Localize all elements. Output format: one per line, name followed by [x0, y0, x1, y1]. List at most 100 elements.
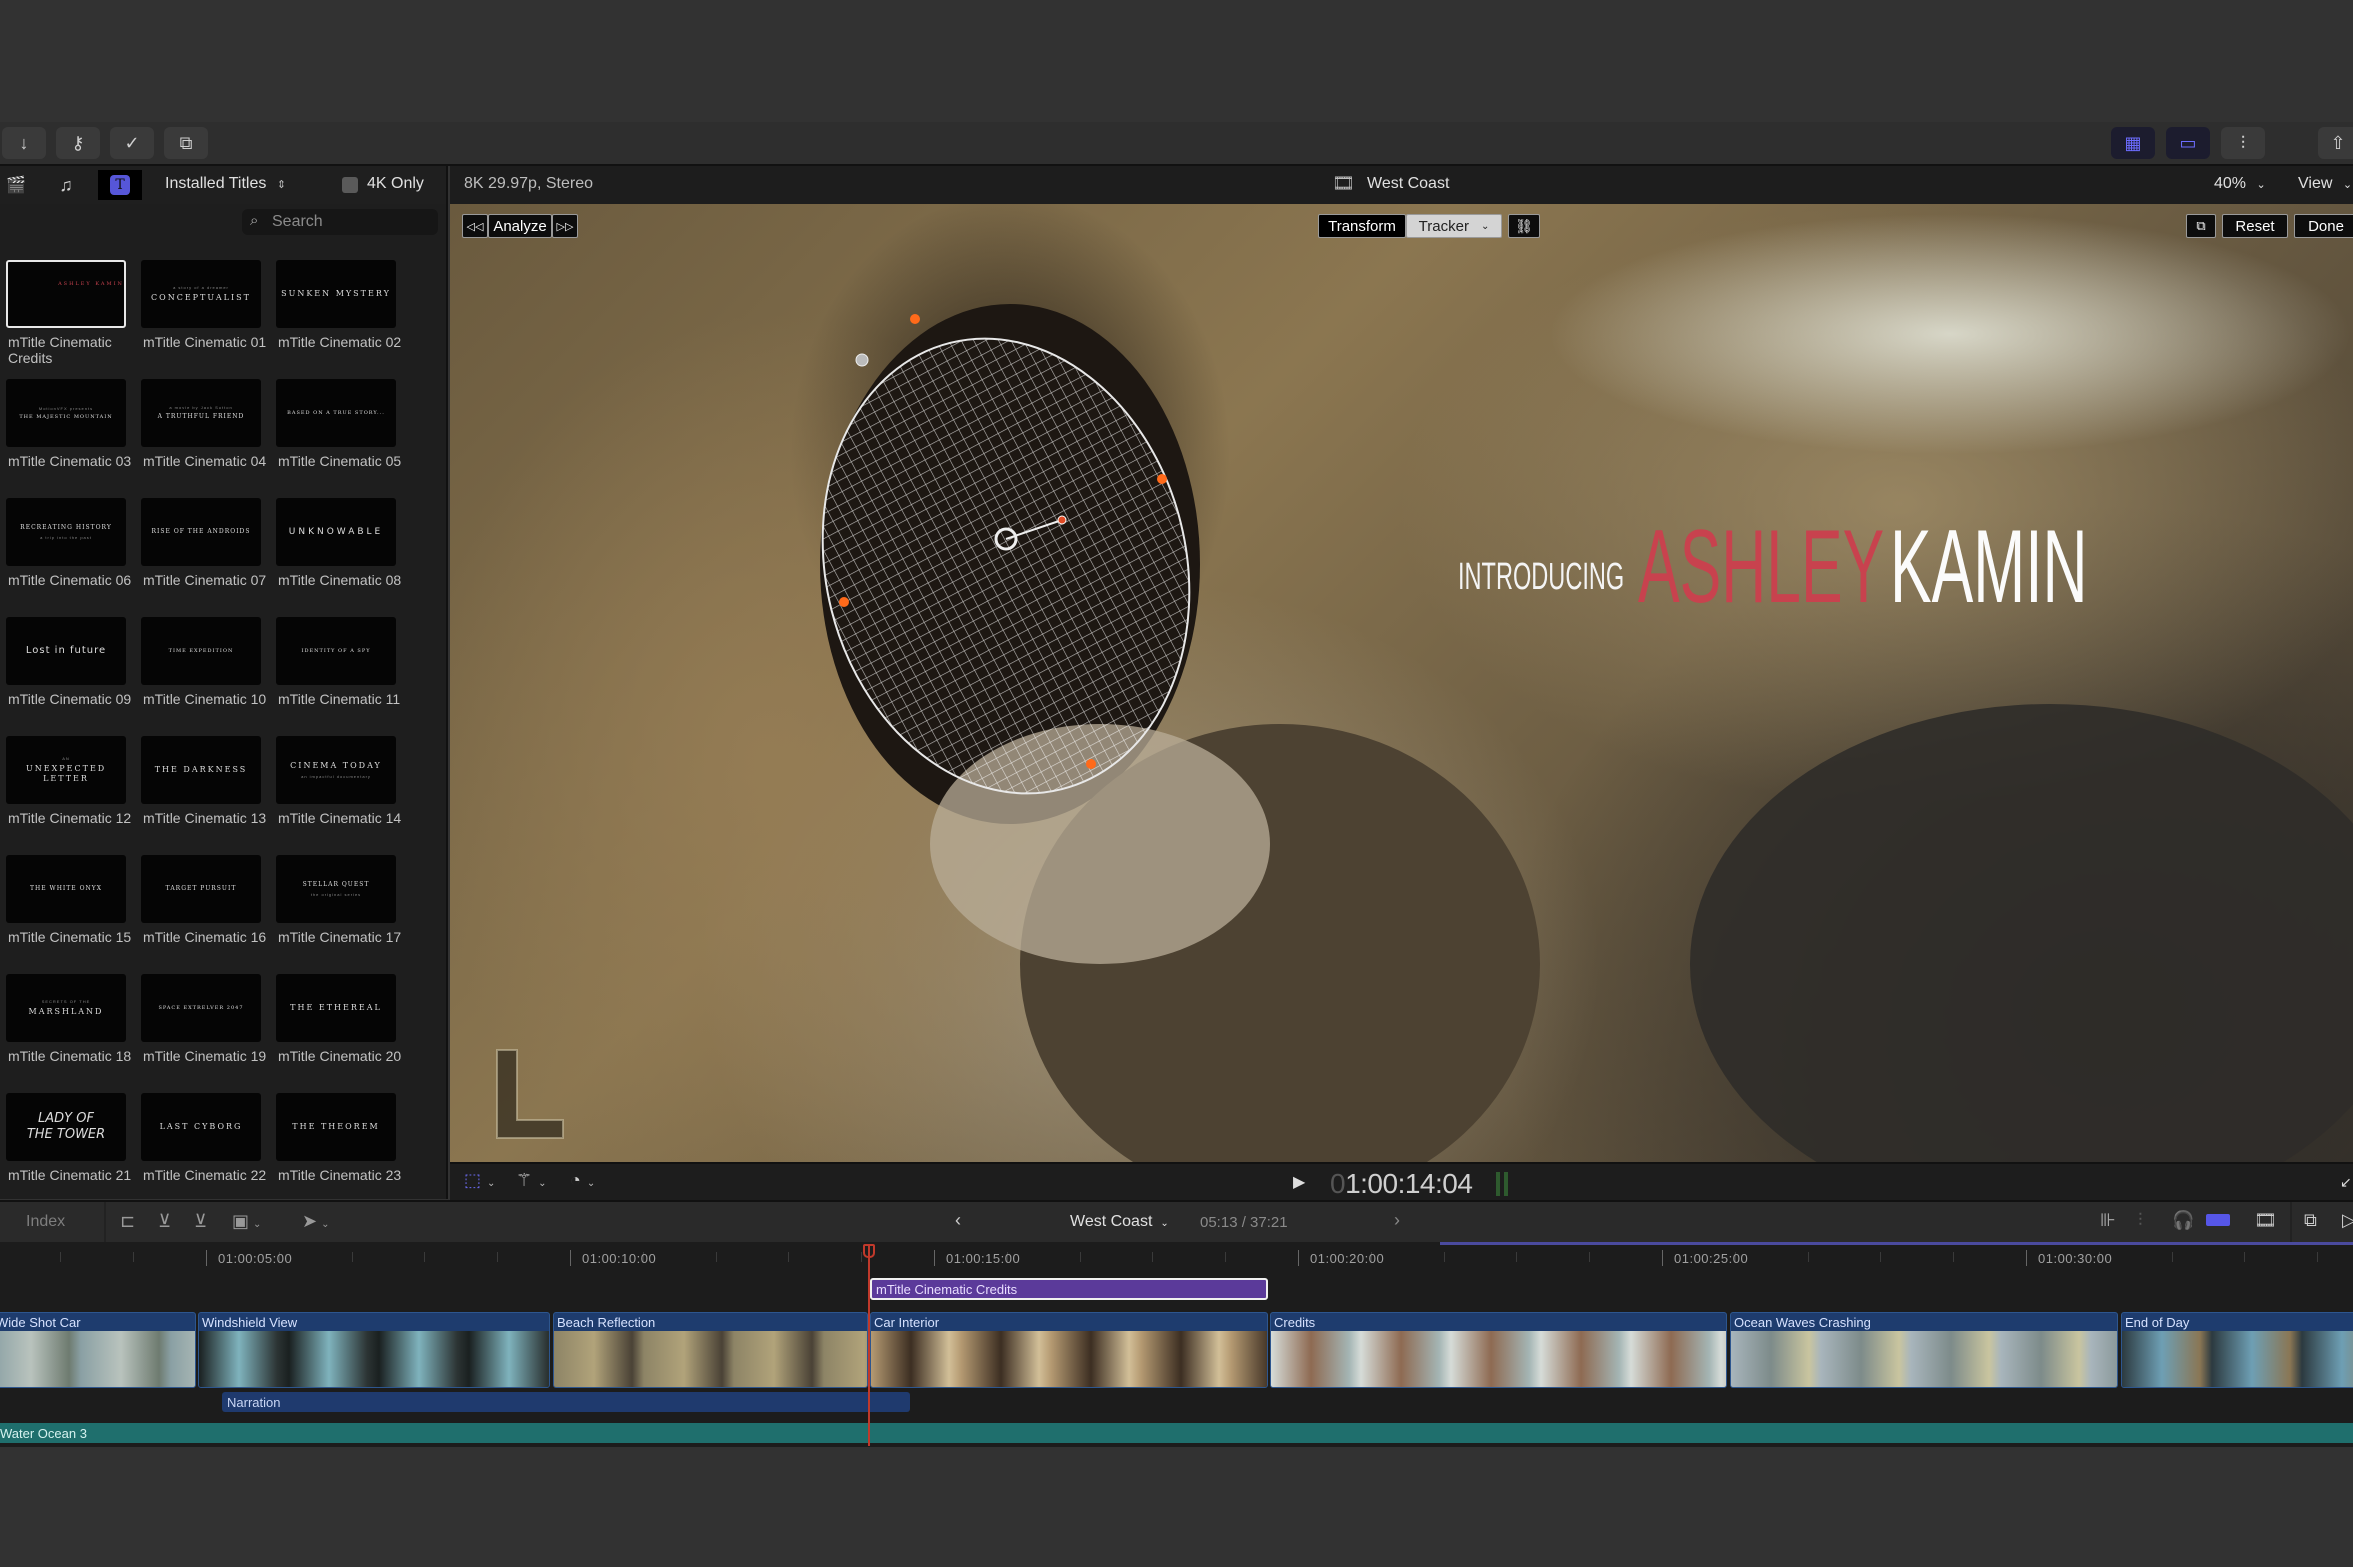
thumbnail-subtitle: an impactful documentary [301, 773, 371, 779]
timeline-forward-button[interactable]: › [1394, 1210, 1400, 1231]
effects-browser-button[interactable]: ⧉ [2304, 1210, 2317, 1231]
clip-appearance-button[interactable]: 🎞 [2254, 1210, 2277, 1231]
libraries-tab[interactable]: 🎬 [0, 170, 38, 200]
mask-handle[interactable] [910, 314, 920, 324]
title-tile-label: mTitle Cinematic 23 [278, 1167, 402, 1183]
viewer-canvas[interactable]: ◁◁ Analyze ▷▷ Transform Tracker ⌄ ⛓ ⧉ Res… [450, 204, 2353, 1162]
timecode-display[interactable]: 01:00:14:04 [1330, 1168, 1473, 1200]
timeline[interactable]: 01:00:05:00 01:00:10:00 01:00:15:00 01:00:2… [0, 1242, 2353, 1447]
mask-feather-handle[interactable] [855, 353, 869, 367]
extensions-button[interactable]: ⧉ [164, 127, 208, 159]
narration-clip-label: Narration [227, 1395, 281, 1410]
chevron-down-icon: ⌄ [2342, 179, 2353, 191]
enhance-tool-button[interactable]: ⚚ ⌄ [516, 1170, 547, 1191]
inspector-toggle-button[interactable]: ⫶ [2221, 127, 2265, 159]
skimming-button[interactable]: ⊪ [2100, 1210, 2116, 1231]
ruler-minor-tick [1880, 1252, 1882, 1262]
snapping-button[interactable] [2206, 1214, 2230, 1226]
magic-wand-icon: ⚚ [516, 1170, 533, 1190]
background-tasks-button[interactable]: ✓ [110, 127, 154, 159]
thumbnail-title: ASHLEY KAMIN [58, 281, 124, 287]
clip-filmstrip [1731, 1331, 2117, 1387]
append-button[interactable]: ⊻ [194, 1211, 207, 1232]
titles-generators-tab[interactable]: T [98, 170, 142, 200]
ruler-minor-tick [1152, 1252, 1154, 1262]
import-button[interactable]: ↓ [2, 127, 46, 159]
browser-toggle-button[interactable]: ▦ [2111, 127, 2155, 159]
timeline-clip[interactable]: End of Day [2121, 1312, 2353, 1388]
rotation-handle[interactable] [1057, 515, 1067, 525]
chevron-down-icon: ⌄ [253, 1219, 262, 1230]
play-button[interactable]: ▶ [1293, 1172, 1305, 1192]
narration-clip[interactable]: Narration [222, 1392, 910, 1412]
playhead[interactable] [868, 1246, 870, 1446]
title-tile-label: mTitle Cinematic 04 [143, 453, 267, 469]
speedometer-icon: ◔ [570, 1170, 581, 1190]
fullscreen-button[interactable]: ↙ [2340, 1174, 2352, 1191]
title-thumbnail: BASED ON A TRUE STORY... [276, 379, 396, 447]
frame-corner-mark [496, 1049, 564, 1139]
4k-only-checkbox[interactable] [342, 177, 358, 193]
thumbnail-title: UNEXPECTED LETTER [26, 764, 107, 783]
title-clip[interactable]: mTitle Cinematic Credits [870, 1278, 1268, 1300]
thumbnail-title: UNKNOWABLE [288, 526, 384, 537]
zoom-value: 40% [2214, 175, 2247, 192]
solo-button[interactable]: 🎧 [2172, 1210, 2194, 1231]
viewer-footer: ⬚ ⌄ ⚚ ⌄ ◔ ⌄ ▶ 01:00:14:04 ↙ [450, 1162, 2353, 1200]
title-thumbnail: UNKNOWABLE [276, 498, 396, 566]
title-tile-label: mTitle Cinematic 14 [278, 810, 402, 826]
timeline-toggle-button[interactable]: ▭ [2166, 127, 2210, 159]
toolbar-separator [104, 1202, 106, 1244]
mask-handle[interactable] [1157, 474, 1167, 484]
timeline-clip[interactable]: Ocean Waves Crashing [1730, 1312, 2118, 1388]
photos-audio-tab[interactable]: ♫ [44, 170, 88, 200]
timeline-project-popup[interactable]: West Coast ⌄ [1070, 1213, 1169, 1231]
timeline-clip[interactable]: Car Interior [870, 1312, 1268, 1388]
mask-handle[interactable] [839, 597, 849, 607]
title-tile-label: mTitle Cinematic 18 [8, 1048, 132, 1064]
search-field[interactable]: ⌕ [242, 209, 438, 235]
view-popup[interactable]: View ⌄ [2298, 175, 2352, 193]
mask-handle[interactable] [1086, 759, 1096, 769]
transitions-browser-button[interactable]: ▷ [2342, 1210, 2353, 1231]
index-button[interactable]: Index [26, 1213, 65, 1231]
timeline-clip[interactable]: Beach Reflection [553, 1312, 868, 1388]
insert-button[interactable]: ⊻ [158, 1211, 171, 1232]
music-clip[interactable]: Water Ocean 3 [0, 1423, 2353, 1443]
timeline-back-button[interactable]: ‹ [955, 1210, 961, 1231]
thumbnail-title: SPACE EXTRELVER 2047 [158, 1005, 244, 1011]
thumbnail-title: THE WHITE ONYX [30, 885, 102, 893]
timeline-clip[interactable]: Wide Shot Car [0, 1312, 196, 1388]
title-thumbnail: a movie by Jack Sutton A TRUTHFUL FRIEND [141, 379, 261, 447]
playhead-handle[interactable] [863, 1244, 875, 1258]
audio-skimming-button[interactable]: ⫶ [2138, 1210, 2143, 1231]
title-tile-label: mTitle Cinematic 01 [143, 334, 267, 350]
filmstrip-icon: 🎞 [2254, 1210, 2277, 1230]
overwrite-button[interactable]: ▣ ⌄ [232, 1211, 261, 1232]
title-overlay[interactable]: INTRODUCING ASHLEY KAMIN [1458, 509, 2088, 625]
search-input[interactable] [272, 213, 432, 231]
zoom-popup[interactable]: 40% ⌄ [2214, 175, 2266, 193]
retime-tool-button[interactable]: ◔ ⌄ [570, 1170, 595, 1191]
thumbnail-title: THE MAJESTIC MOUNTAIN [19, 414, 113, 420]
timeline-clip[interactable]: Credits [1270, 1312, 1727, 1388]
timeline-scroll-indicator[interactable] [1440, 1242, 2353, 1245]
timeline-project-name: West Coast [1070, 1213, 1153, 1230]
connect-button[interactable]: ⊏ [120, 1211, 135, 1232]
timeline-clip[interactable]: Windshield View [198, 1312, 550, 1388]
ruler-minor-tick [1079, 1252, 1081, 1262]
thumbnail-title: LAST CYBORG [159, 1122, 243, 1132]
title-last-name: KAMIN [1890, 509, 2088, 625]
keywords-button[interactable]: ⚷ [56, 127, 100, 159]
category-popup[interactable]: Installed Titles ⇕ [165, 175, 286, 193]
title-thumbnail: TARGET PURSUIT [141, 855, 261, 923]
thumbnail-title: SUNKEN MYSTERY [281, 289, 391, 299]
title-thumbnail: SUNKEN MYSTERY [276, 260, 396, 328]
ruler-tick [1298, 1250, 1299, 1266]
share-button[interactable]: ⇧ [2318, 127, 2353, 159]
transform-tool-button[interactable]: ⬚ ⌄ [464, 1170, 495, 1191]
clapper-icon: 🎞 [1332, 173, 1355, 193]
waveform-icon: ⫶ [2138, 1210, 2143, 1230]
select-tool-button[interactable]: ➤ ⌄ [302, 1211, 329, 1232]
share-icon: ⇧ [2330, 132, 2346, 153]
